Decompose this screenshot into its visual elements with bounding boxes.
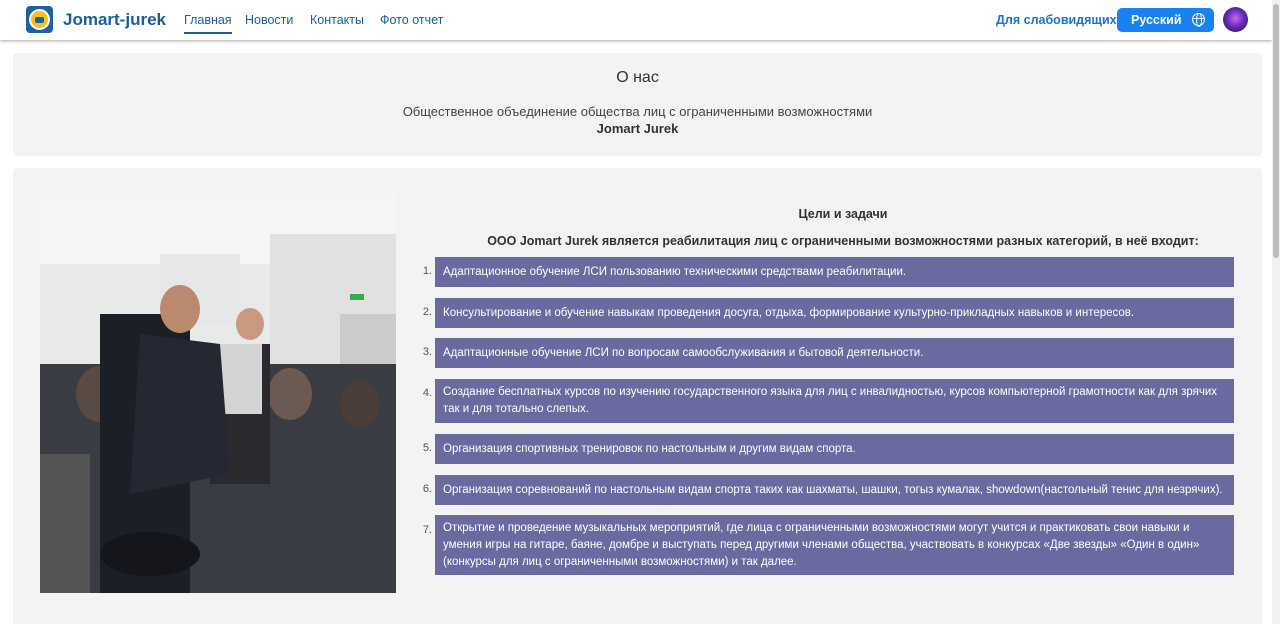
language-button[interactable]: Русский [1117, 8, 1214, 32]
nav-link-home[interactable]: Главная [184, 13, 232, 34]
low-vision-link[interactable]: Для слабовидящих [996, 13, 1117, 27]
goal-number: 7. [422, 524, 432, 536]
goals-title: Цели и задачи [798, 207, 888, 221]
goal-item: Открытие и проведение музыкальных меропр… [435, 515, 1234, 575]
scrollbar-thumb[interactable] [1273, 4, 1279, 258]
about-title: О нас [616, 69, 659, 86]
event-photo [40, 194, 396, 593]
avatar[interactable] [1223, 7, 1248, 32]
organization-name: Jomart Jurek [596, 121, 679, 136]
goals-lead: ООО Jomart Jurek является реабилитация л… [487, 234, 1199, 248]
goal-number: 6. [422, 483, 432, 495]
about-subtitle: Общественное объединение общества лиц с … [402, 104, 873, 119]
nav-link-contacts[interactable]: Контакты [310, 13, 364, 27]
brand-name[interactable]: Jomart-jurek [63, 10, 166, 30]
goal-number: 5. [422, 442, 432, 454]
goal-item: Адаптационное обучение ЛСИ пользованию т… [435, 257, 1234, 287]
logo-icon[interactable] [26, 6, 53, 33]
goal-number: 2. [422, 306, 432, 318]
language-label: Русский [1131, 13, 1182, 27]
goal-item: Организация спортивных тренировок по нас… [435, 434, 1234, 464]
nav-link-news[interactable]: Новости [245, 13, 293, 27]
goal-item: Создание бесплатных курсов по изучению г… [435, 379, 1234, 423]
about-card: О нас Общественное объединение общества … [13, 53, 1262, 156]
goal-number: 3. [422, 346, 432, 358]
goals-card: Цели и задачи ООО Jomart Jurek является … [13, 168, 1262, 624]
scrollbar[interactable] [1272, 0, 1280, 624]
nav-link-photo-report[interactable]: Фото отчет [380, 13, 443, 27]
globe-icon [1192, 13, 1205, 27]
goal-item: Консультирование и обучение навыкам пров… [435, 298, 1234, 328]
navbar: Jomart-jurek Главная Новости Контакты Фо… [0, 0, 1272, 40]
goal-item: Организация соревнований по настольным в… [435, 475, 1234, 505]
goal-number: 1. [422, 265, 432, 277]
goal-number: 4. [422, 387, 432, 399]
goal-item: Адаптационные обучение ЛСИ по вопросам с… [435, 338, 1234, 368]
